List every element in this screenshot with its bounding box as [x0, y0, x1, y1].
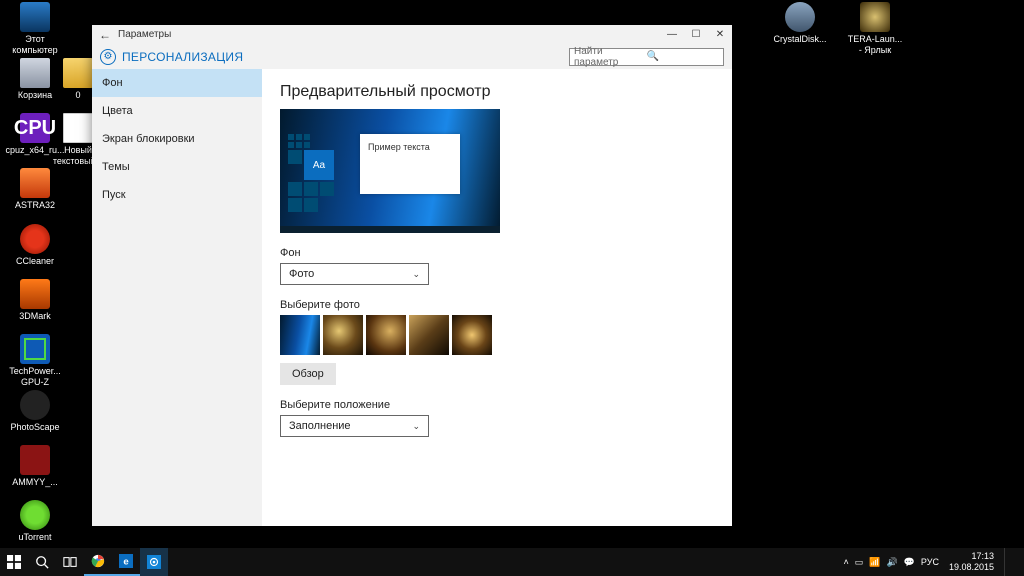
- sidebar-item-background[interactable]: Фон: [92, 69, 262, 97]
- titlebar: ← Параметры — ☐ ✕: [92, 25, 732, 44]
- desktop-icon-astra32[interactable]: ASTRA32: [5, 168, 65, 211]
- tray-network-icon[interactable]: 📶: [869, 557, 880, 568]
- tray-notifications-icon[interactable]: 💬: [904, 557, 915, 568]
- desktop-icon-ccleaner[interactable]: CCleaner: [5, 224, 65, 267]
- taskbar: e ˄ ▭ 📶 🔊 💬 РУС 17:13 19.08.2015: [0, 548, 1024, 576]
- search-input[interactable]: Найти параметр 🔍: [569, 48, 724, 66]
- sidebar-item-lockscreen[interactable]: Экран блокировки: [92, 125, 262, 153]
- tray-volume-icon[interactable]: 🔊: [886, 557, 897, 568]
- sidebar-item-start[interactable]: Пуск: [92, 181, 262, 209]
- browse-button[interactable]: Обзор: [280, 363, 336, 385]
- photo-thumb-5[interactable]: [452, 315, 492, 355]
- tray-action-center-icon[interactable]: ▭: [855, 557, 864, 568]
- chevron-down-icon: ⌄: [412, 269, 420, 280]
- chevron-down-icon: ⌄: [412, 421, 420, 432]
- preview-heading: Предварительный просмотр: [280, 83, 714, 101]
- search-placeholder: Найти параметр: [574, 46, 647, 68]
- content-area: Предварительный просмотр Aa Пример текст…: [262, 69, 732, 526]
- tray-expand-icon[interactable]: ˄: [843, 557, 848, 567]
- background-type-combo[interactable]: Фото ⌄: [280, 263, 429, 285]
- start-button[interactable]: [0, 548, 28, 576]
- desktop-icon-3dmark[interactable]: 3DMark: [5, 279, 65, 322]
- desktop-icon-crystaldisk[interactable]: CrystalDisk...: [770, 2, 830, 45]
- taskbar-app-settings[interactable]: [140, 548, 168, 576]
- minimize-button[interactable]: —: [660, 25, 684, 44]
- desktop-icon-ammyy[interactable]: AMMYY_...: [5, 445, 65, 488]
- photo-thumb-1[interactable]: [280, 315, 320, 355]
- desktop-icon-photoscape[interactable]: PhotoScape: [5, 390, 65, 433]
- sidebar-item-colors[interactable]: Цвета: [92, 97, 262, 125]
- desktop-icon-utorrent[interactable]: uTorrent: [5, 500, 65, 543]
- search-icon: 🔍: [647, 51, 720, 62]
- choose-photo-label: Выберите фото: [280, 299, 714, 311]
- search-taskbar-icon[interactable]: [28, 548, 56, 576]
- preview-sample-window: Пример текста: [360, 134, 460, 194]
- photo-thumbnails: [280, 315, 714, 355]
- svg-text:e: e: [123, 557, 129, 568]
- sidebar: Фон Цвета Экран блокировки Темы Пуск: [92, 69, 262, 526]
- system-tray: ˄ ▭ 📶 🔊 💬 РУС 17:13 19.08.2015: [843, 548, 1024, 576]
- show-desktop-button[interactable]: [1004, 548, 1018, 576]
- fit-label: Выберите положение: [280, 399, 714, 411]
- desktop-icon-gpuz[interactable]: TechPower... GPU-Z: [5, 334, 65, 388]
- photo-thumb-3[interactable]: [366, 315, 406, 355]
- back-button[interactable]: ←: [92, 28, 118, 42]
- photo-thumb-4[interactable]: [409, 315, 449, 355]
- section-header: ⚙ ПЕРСОНАЛИЗАЦИЯ Найти параметр 🔍: [92, 44, 732, 69]
- settings-window: ← Параметры — ☐ ✕ ⚙ ПЕРСОНАЛИЗАЦИЯ Найти…: [92, 25, 732, 526]
- desktop-icon-tera[interactable]: TERA-Laun... - Ярлык: [845, 2, 905, 56]
- close-button[interactable]: ✕: [708, 25, 732, 44]
- gear-icon: ⚙: [100, 49, 116, 65]
- tray-language[interactable]: РУС: [921, 557, 939, 567]
- taskbar-app-edge[interactable]: e: [112, 548, 140, 576]
- taskview-icon[interactable]: [56, 548, 84, 576]
- taskbar-clock[interactable]: 17:13 19.08.2015: [945, 551, 998, 573]
- sidebar-item-themes[interactable]: Темы: [92, 153, 262, 181]
- photo-thumb-2[interactable]: [323, 315, 363, 355]
- background-label: Фон: [280, 247, 714, 259]
- section-title: ПЕРСОНАЛИЗАЦИЯ: [122, 50, 243, 64]
- maximize-button[interactable]: ☐: [684, 25, 708, 44]
- preview-image: Aa Пример текста: [280, 109, 500, 233]
- desktop-icon-this-pc[interactable]: Этот компьютер: [5, 2, 65, 56]
- fit-combo[interactable]: Заполнение ⌄: [280, 415, 429, 437]
- taskbar-app-chrome[interactable]: [84, 548, 112, 576]
- window-title: Параметры: [118, 29, 171, 40]
